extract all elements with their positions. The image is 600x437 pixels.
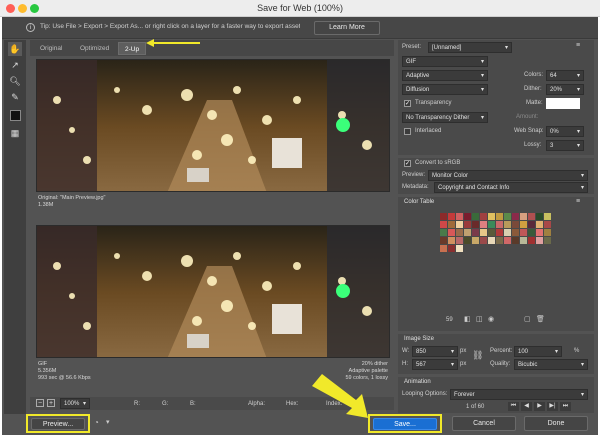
annotation-arrows xyxy=(146,39,368,418)
tab-arrow-head xyxy=(146,39,154,47)
save-arrow xyxy=(312,374,368,418)
